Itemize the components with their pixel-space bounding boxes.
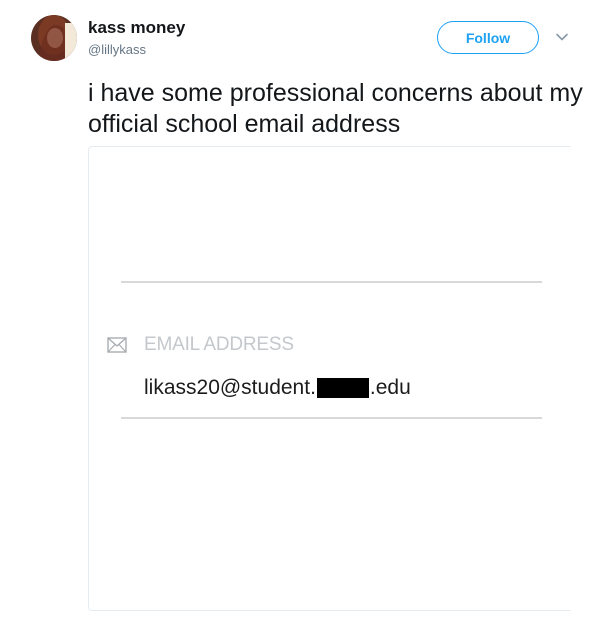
email-field-value: likass20@student. .edu [144,376,411,400]
redaction-bar [316,378,369,398]
follow-button[interactable]: Follow [437,21,539,54]
divider [121,417,542,419]
display-name[interactable]: kass money [88,18,185,38]
divider [121,281,542,283]
tweet-media[interactable]: EMAIL ADDRESS likass20@student. .edu [88,146,571,611]
tweet: kass money @lillykass Follow i have some… [0,0,600,620]
email-prefix: likass20@student. [144,376,316,399]
avatar[interactable] [31,15,77,61]
tweet-text: i have some professional concerns about … [88,79,583,138]
envelope-icon [107,337,127,353]
username[interactable]: @lillykass [88,42,146,57]
avatar-image [31,15,77,61]
chevron-down-icon[interactable] [555,30,569,44]
email-field-label: EMAIL ADDRESS [144,334,294,355]
email-suffix: .edu [369,376,411,399]
